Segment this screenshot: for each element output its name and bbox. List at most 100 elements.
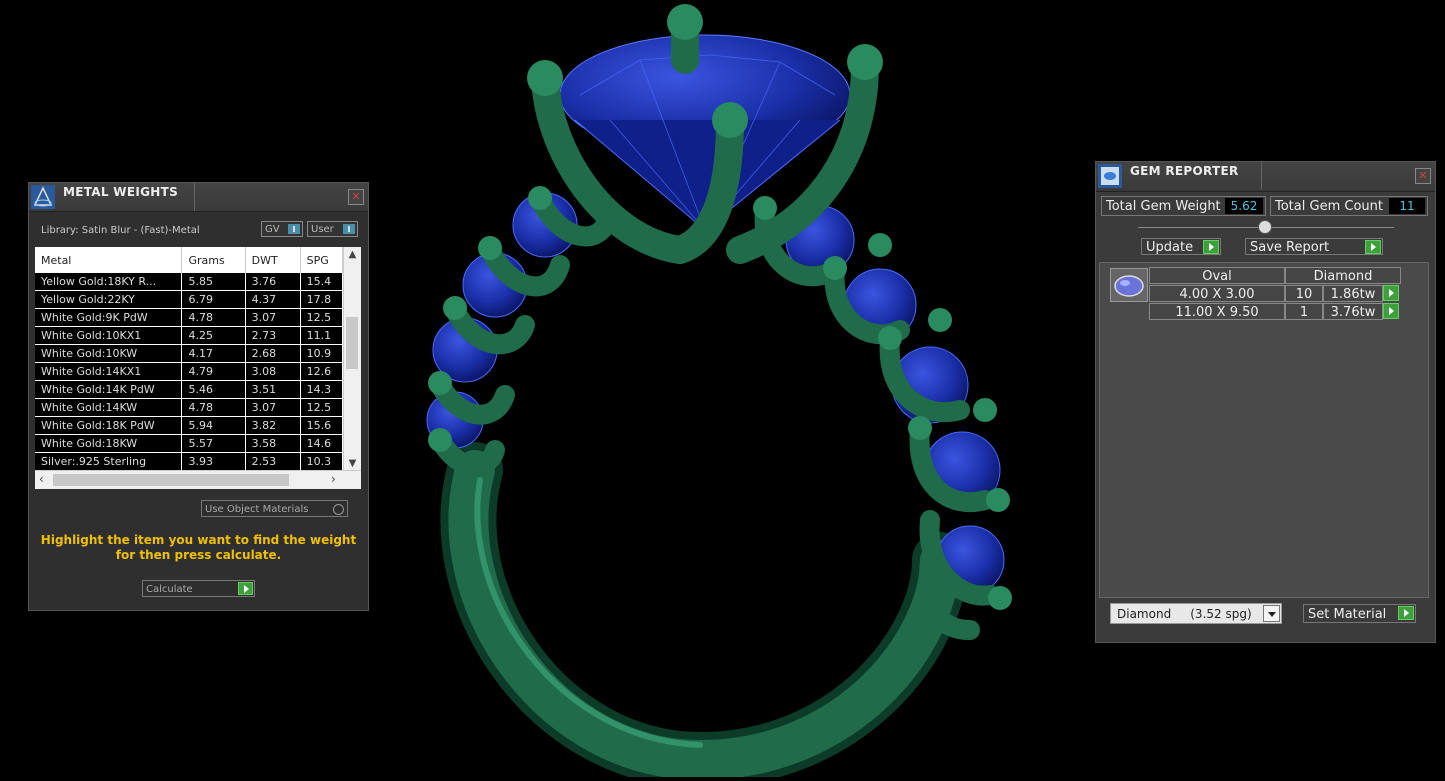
metal-weights-panel: METAL WEIGHTS ✕ Library: Satin Blur - (F… — [28, 182, 369, 611]
spg-cell: 12.5 — [300, 308, 344, 327]
table-row[interactable]: White Gold:10KX1 4.25 2.73 11.1 — [35, 326, 344, 345]
scroll-left-icon[interactable]: ‹ — [39, 472, 44, 486]
table-row[interactable]: White Gold:14KW 4.78 3.07 12.5 — [35, 398, 344, 417]
gem-size-1: 4.00 X 3.00 — [1149, 285, 1285, 302]
dwt-cell: 3.08 — [245, 362, 301, 381]
update-label: Update — [1146, 240, 1194, 255]
gv-toggle-switch — [288, 224, 300, 234]
metal-name-cell: White Gold:10KX1 — [35, 326, 183, 345]
panel-title: METAL WEIGHTS — [63, 185, 179, 199]
table-row[interactable]: White Gold:18KW 5.57 3.58 14.6 — [35, 434, 344, 453]
table-row[interactable]: White Gold:14K PdW 5.46 3.51 14.3 — [35, 380, 344, 399]
metal-table: Metal Grams DWT SPG Yellow Gold:18KY R..… — [35, 247, 344, 471]
user-toggle-switch — [343, 224, 355, 234]
oval-gem-icon[interactable] — [1110, 268, 1148, 302]
horizontal-scrollbar[interactable]: ‹ › — [35, 470, 361, 489]
oval-gem-shape — [1114, 275, 1144, 297]
use-object-materials-toggle[interactable]: Use Object Materials — [201, 500, 348, 517]
grams-cell: 4.78 — [181, 308, 246, 327]
metal-name-cell: White Gold:14K PdW — [35, 380, 183, 399]
play-arrow-icon — [1203, 240, 1219, 254]
metal-name-cell: Yellow Gold:22KY — [35, 290, 183, 309]
metal-name-cell: White Gold:14KW — [35, 398, 183, 417]
save-report-label: Save Report — [1250, 240, 1330, 255]
dwt-cell: 3.51 — [245, 380, 301, 399]
material-select[interactable]: Diamond (3.52 spg) — [1110, 603, 1282, 624]
scroll-thumb[interactable] — [346, 317, 358, 369]
total-gem-count-box: Total Gem Count 11 — [1270, 196, 1428, 216]
gem-row-1-select-icon[interactable] — [1383, 285, 1399, 301]
spg-cell: 15.6 — [300, 416, 344, 435]
table-row[interactable]: White Gold:9K PdW 4.78 3.07 12.5 — [35, 308, 344, 327]
calculate-label: Calculate — [146, 584, 193, 595]
scroll-up-icon[interactable]: ▲ — [344, 249, 361, 260]
grams-cell: 4.78 — [181, 398, 246, 417]
play-arrow-icon — [238, 582, 253, 595]
grams-cell: 5.85 — [181, 273, 246, 291]
hint-text: Highlight the item you want to find the … — [39, 533, 358, 563]
spg-cell: 17.8 — [300, 290, 344, 309]
dwt-cell: 3.58 — [245, 434, 301, 453]
metal-name-cell: White Gold:9K PdW — [35, 308, 183, 327]
use-object-materials-label: Use Object Materials — [205, 504, 309, 515]
chevron-down-icon[interactable] — [1263, 605, 1280, 622]
user-toggle[interactable]: User — [307, 221, 358, 237]
table-row[interactable]: Silver:.925 Sterling 3.93 2.53 10.3 — [35, 452, 344, 471]
set-material-button[interactable]: Set Material — [1303, 604, 1416, 623]
play-arrow-icon — [1365, 240, 1381, 254]
dwt-cell: 2.73 — [245, 326, 301, 345]
gem-count-1: 10 — [1285, 285, 1323, 302]
update-button[interactable]: Update — [1141, 238, 1221, 255]
radio-icon — [333, 504, 344, 515]
ring-model — [426, 4, 1012, 781]
metal-table-container[interactable]: Metal Grams DWT SPG Yellow Gold:18KY R..… — [35, 247, 361, 489]
metal-weights-titlebar[interactable]: METAL WEIGHTS ✕ — [29, 183, 368, 212]
spg-cell: 10.3 — [300, 452, 344, 471]
vertical-scrollbar[interactable]: ▲ ▼ — [343, 247, 361, 471]
hint-line-1: Highlight the item you want to find the … — [40, 533, 357, 547]
gem-type-header: Diamond — [1285, 267, 1401, 284]
metal-name-cell: White Gold:18K PdW — [35, 416, 183, 435]
gem-report-area: Oval Diamond 4.00 X 3.00 10 1.86tw 11.00… — [1099, 262, 1429, 598]
gv-toggle-label: GV — [265, 224, 280, 235]
close-button[interactable]: ✕ — [1415, 168, 1431, 184]
table-row[interactable]: White Gold:14KX1 4.79 3.08 12.6 — [35, 362, 344, 381]
grams-cell: 5.46 — [181, 380, 246, 399]
3d-viewport[interactable] — [380, 0, 1080, 781]
column-header-dwt[interactable]: DWT — [245, 247, 301, 273]
table-row[interactable]: White Gold:10KW 4.17 2.68 10.9 — [35, 344, 344, 363]
user-toggle-label: User — [311, 224, 334, 235]
library-label: Library: Satin Blur - (Fast)-Metal — [41, 225, 200, 236]
scroll-right-icon[interactable]: › — [331, 472, 336, 486]
gem-reporter-panel: GEM REPORTER ✕ Total Gem Weight 5.62 Tot… — [1095, 161, 1436, 643]
dwt-cell: 3.82 — [245, 416, 301, 435]
total-gem-weight-value: 5.62 — [1225, 198, 1263, 214]
play-arrow-icon — [1398, 606, 1414, 620]
h-scroll-thumb[interactable] — [53, 474, 289, 486]
metal-name-cell: Silver:.925 Sterling — [35, 452, 183, 471]
column-header-metal[interactable]: Metal — [35, 247, 183, 273]
divider-slider-handle[interactable] — [1258, 220, 1272, 234]
save-report-button[interactable]: Save Report — [1245, 238, 1383, 255]
total-gem-weight-label: Total Gem Weight — [1106, 199, 1221, 214]
column-header-grams[interactable]: Grams — [181, 247, 246, 273]
grams-cell: 6.79 — [181, 290, 246, 309]
close-button[interactable]: ✕ — [348, 189, 364, 205]
spg-cell: 11.1 — [300, 326, 344, 345]
grams-cell: 5.94 — [181, 416, 246, 435]
column-header-spg[interactable]: SPG — [300, 247, 344, 273]
gv-toggle[interactable]: GV — [261, 221, 303, 237]
grams-cell: 5.57 — [181, 434, 246, 453]
table-row[interactable]: Yellow Gold:18KY R... 5.85 3.76 15.4 — [35, 273, 344, 291]
grams-cell: 3.93 — [181, 452, 246, 471]
gem-reporter-titlebar[interactable]: GEM REPORTER ✕ — [1096, 162, 1435, 192]
table-row[interactable]: White Gold:18K PdW 5.94 3.82 15.6 — [35, 416, 344, 435]
table-header-row: Metal Grams DWT SPG — [35, 247, 344, 273]
spg-cell: 14.3 — [300, 380, 344, 399]
calculate-button[interactable]: Calculate — [142, 580, 255, 597]
spg-cell: 14.6 — [300, 434, 344, 453]
dwt-cell: 3.76 — [245, 273, 301, 291]
table-row[interactable]: Yellow Gold:22KY 6.79 4.37 17.8 — [35, 290, 344, 309]
scroll-down-icon[interactable]: ▼ — [344, 458, 361, 469]
gem-row-2-select-icon[interactable] — [1383, 303, 1399, 319]
